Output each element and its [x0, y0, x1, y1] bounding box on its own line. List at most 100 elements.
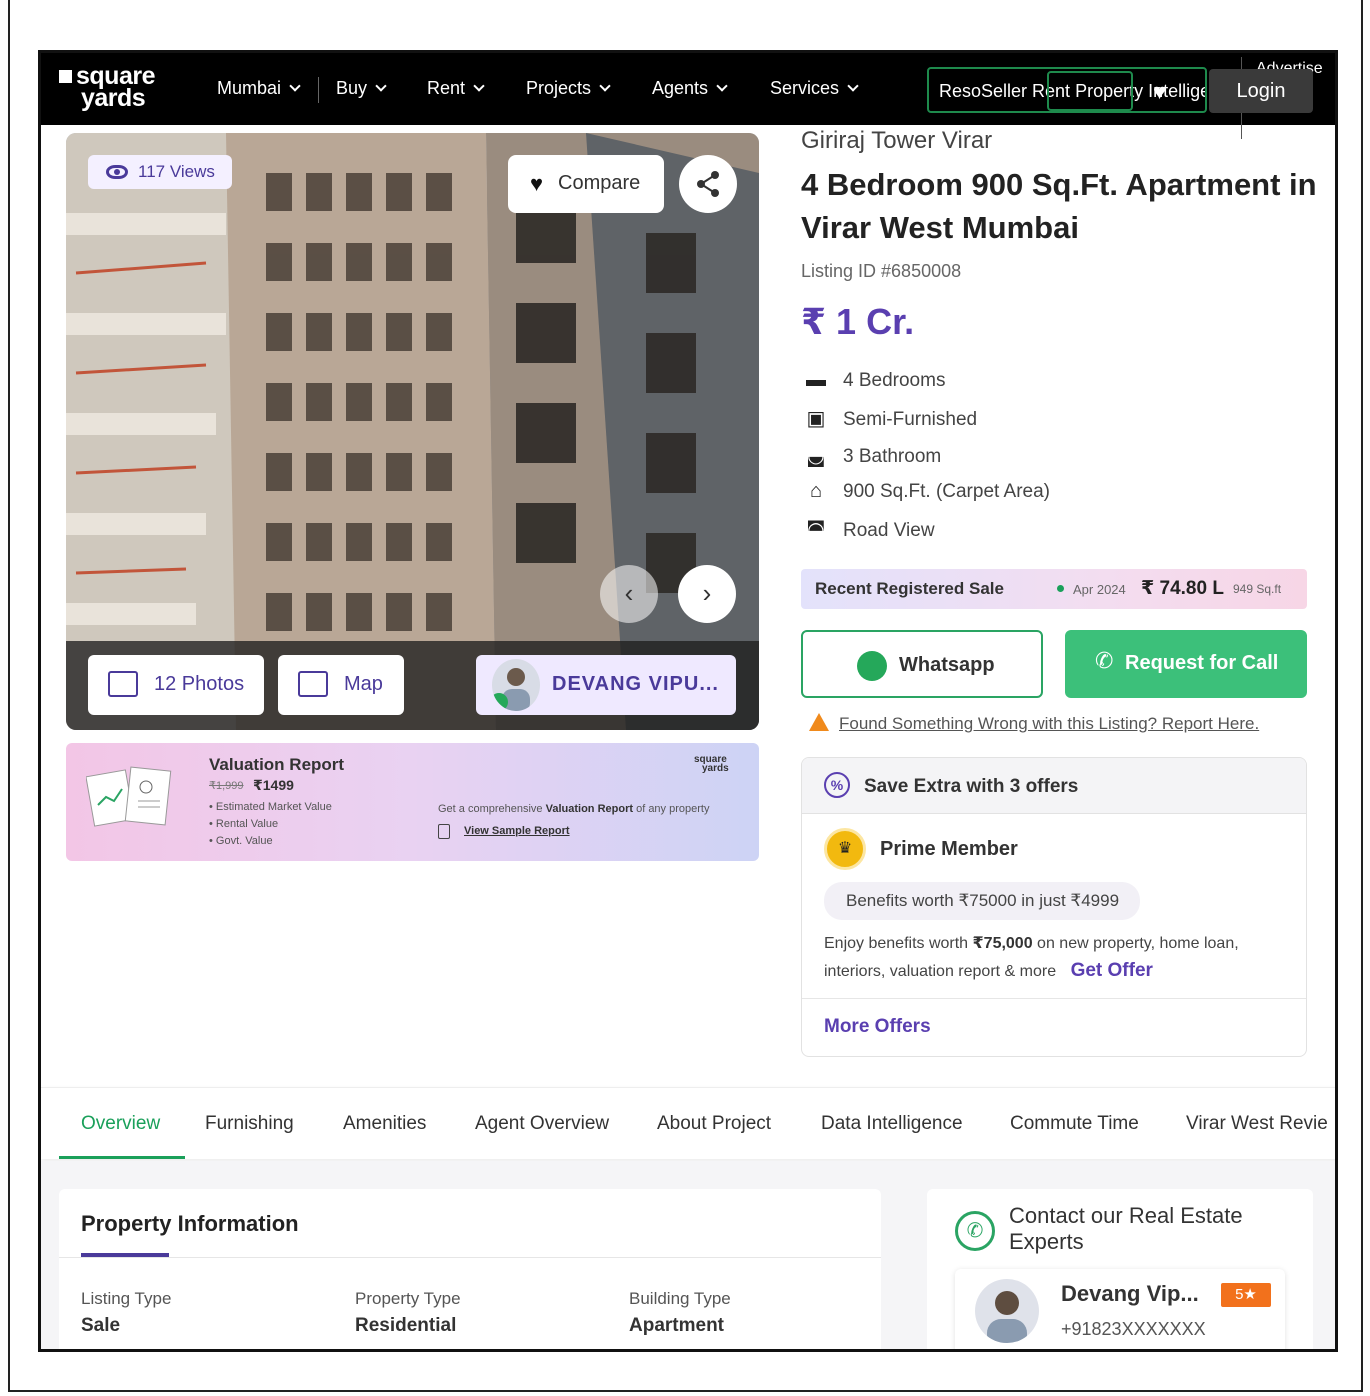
logo-text-2: yards: [81, 84, 146, 112]
property-photo[interactable]: 117 Views ♥ Compare ‹ › 12 Photos Map DE…: [66, 133, 759, 730]
nav-divider: [318, 77, 319, 103]
chevron-down-icon: [375, 80, 387, 92]
recent-sale-label: Recent Registered Sale: [815, 579, 1004, 598]
tab-amenities[interactable]: Amenities: [343, 1113, 426, 1135]
agent-name[interactable]: Devang Vip...: [1061, 1281, 1199, 1307]
valuation-title: Valuation Report: [209, 755, 345, 774]
property-type-value: Residential: [355, 1315, 457, 1336]
next-photo-button[interactable]: ›: [678, 565, 736, 623]
active-tab-underline: [59, 1156, 185, 1159]
page-title: 4 Bedroom 900 Sq.Ft. Apartment in Virar …: [801, 167, 1317, 245]
view-sample-report-link[interactable]: View Sample Report: [464, 825, 570, 837]
tab-reviews[interactable]: Virar West Revie: [1186, 1113, 1328, 1135]
map-label: Map: [344, 673, 383, 695]
map-icon: [298, 671, 328, 697]
photos-label: 12 Photos: [154, 673, 245, 695]
photos-icon: [108, 671, 138, 697]
nav-agents[interactable]: Agents: [652, 78, 728, 99]
building-type-label: Building Type: [629, 1289, 731, 1308]
prev-photo-button[interactable]: ‹: [600, 565, 658, 623]
feature-bathroom: ◛ 3 Bathroom: [801, 443, 941, 468]
phone-icon: ✆: [955, 1211, 995, 1251]
tab-furnishing[interactable]: Furnishing: [205, 1113, 294, 1135]
home-icon: ⌂: [809, 480, 823, 502]
valuation-old-price: ₹1,999: [209, 780, 244, 792]
photos-button[interactable]: 12 Photos: [88, 655, 264, 715]
feature-view: ◚ Road View: [801, 517, 934, 542]
tab-agent-overview[interactable]: Agent Overview: [475, 1113, 609, 1135]
agent-card[interactable]: Devang Vip... 5★ +91823XXXXXXX: [955, 1269, 1285, 1349]
report-illustration-icon: [86, 766, 172, 827]
recent-sale-date: Apr 2024: [1073, 582, 1126, 597]
share-icon: [697, 171, 719, 197]
crown-icon: ♛: [824, 828, 866, 870]
tab-commute-time[interactable]: Commute Time: [1010, 1113, 1139, 1135]
listing-id: Listing ID #6850008: [801, 261, 962, 281]
valuation-item: • Rental Value: [209, 818, 279, 830]
recent-sale-strip[interactable]: Recent Registered Sale Apr 2024 ₹ 74.80 …: [801, 569, 1307, 609]
valuation-price: ₹1499: [253, 777, 294, 793]
nav-projects[interactable]: Projects: [526, 78, 611, 99]
feature-furnishing: ▣ Semi-Furnished: [801, 406, 978, 431]
valuation-desc-pre: Get a comprehensive: [438, 803, 546, 815]
report-link[interactable]: Found Something Wrong with this Listing?…: [809, 713, 1259, 734]
nav-rent[interactable]: Rent: [427, 78, 485, 99]
feature-text: 4 Bedrooms: [843, 370, 946, 391]
divider: [802, 998, 1306, 999]
login-button[interactable]: Login: [1209, 69, 1313, 113]
chevron-left-icon: ‹: [624, 578, 634, 608]
nav-services[interactable]: Services: [770, 78, 859, 99]
bed-icon: ▬: [806, 369, 826, 391]
valuation-desc-bold: Valuation Report: [545, 803, 634, 815]
top-navbar: square yards Mumbai Buy Rent Projects Ag…: [41, 53, 1335, 139]
valuation-logo-2: yards: [702, 763, 729, 774]
tab-data-intelligence[interactable]: Data Intelligence: [821, 1113, 963, 1135]
project-name[interactable]: Giriraj Tower Virar: [801, 127, 992, 155]
bathtub-icon: ◛: [806, 445, 826, 467]
divider: [59, 1257, 881, 1258]
share-button[interactable]: [679, 155, 737, 213]
site-logo[interactable]: square yards: [59, 64, 155, 112]
compare-button[interactable]: ♥ Compare: [508, 155, 664, 213]
feature-text: 900 Sq.Ft. (Carpet Area): [843, 481, 1050, 502]
listing-type-label: Listing Type: [81, 1289, 172, 1308]
views-badge: 117 Views: [88, 155, 232, 189]
whatsapp-label: Whatsapp: [899, 654, 995, 676]
valuation-logo: square yards: [694, 755, 729, 774]
valuation-desc-post: of any property: [633, 803, 710, 815]
listing-page: square yards Mumbai Buy Rent Projects Ag…: [38, 50, 1338, 1352]
get-offer-link[interactable]: Get Offer: [1071, 960, 1153, 981]
avatar: [492, 659, 540, 711]
valuation-item: • Govt. Value: [209, 835, 273, 847]
nav-city[interactable]: Mumbai: [217, 78, 301, 99]
offers-heading-text: Save Extra with 3 offers: [864, 776, 1079, 797]
benefit-pill: Benefits worth ₹75000 in just ₹4999: [824, 882, 1140, 920]
map-button[interactable]: Map: [278, 655, 404, 715]
price: ₹ 1 Cr.: [801, 301, 915, 342]
tab-overview[interactable]: Overview: [81, 1113, 160, 1135]
offer-desc-pre: Enjoy benefits worth: [824, 935, 973, 952]
chevron-down-icon: [473, 80, 485, 92]
tab-about-project[interactable]: About Project: [657, 1113, 771, 1135]
chevron-down-icon: [599, 80, 611, 92]
request-call-button[interactable]: ✆ Request for Call: [1065, 630, 1307, 698]
nav-buy[interactable]: Buy: [336, 78, 387, 99]
valuation-banner[interactable]: Valuation Report ₹1,999 ₹1499 • Estimate…: [66, 743, 759, 861]
offers-heading: % Save Extra with 3 offers: [802, 758, 1306, 814]
rating-badge: 5★: [1221, 1283, 1271, 1307]
logo-square-icon: [59, 70, 72, 83]
photo-action-bar: 12 Photos Map DEVANG VIPU...: [66, 641, 759, 730]
heart-icon[interactable]: ♥: [1153, 79, 1166, 105]
more-offers-link[interactable]: More Offers: [824, 1016, 931, 1038]
agent-phone: +91823XXXXXXX: [1061, 1319, 1206, 1339]
feature-text: 3 Bathroom: [843, 446, 942, 467]
view-icon: ◚: [806, 519, 826, 541]
contact-title: Contact our Real Estate Experts: [1009, 1203, 1243, 1254]
property-type-label: Property Type: [355, 1289, 461, 1308]
report-link-text: Found Something Wrong with this Listing?…: [839, 714, 1260, 733]
prime-member-label: Prime Member: [880, 838, 1018, 860]
agent-button[interactable]: DEVANG VIPU...: [476, 655, 736, 715]
request-call-label: Request for Call: [1125, 652, 1279, 674]
whatsapp-button[interactable]: Whatsapp: [801, 630, 1043, 698]
property-badge[interactable]: [1047, 71, 1133, 111]
